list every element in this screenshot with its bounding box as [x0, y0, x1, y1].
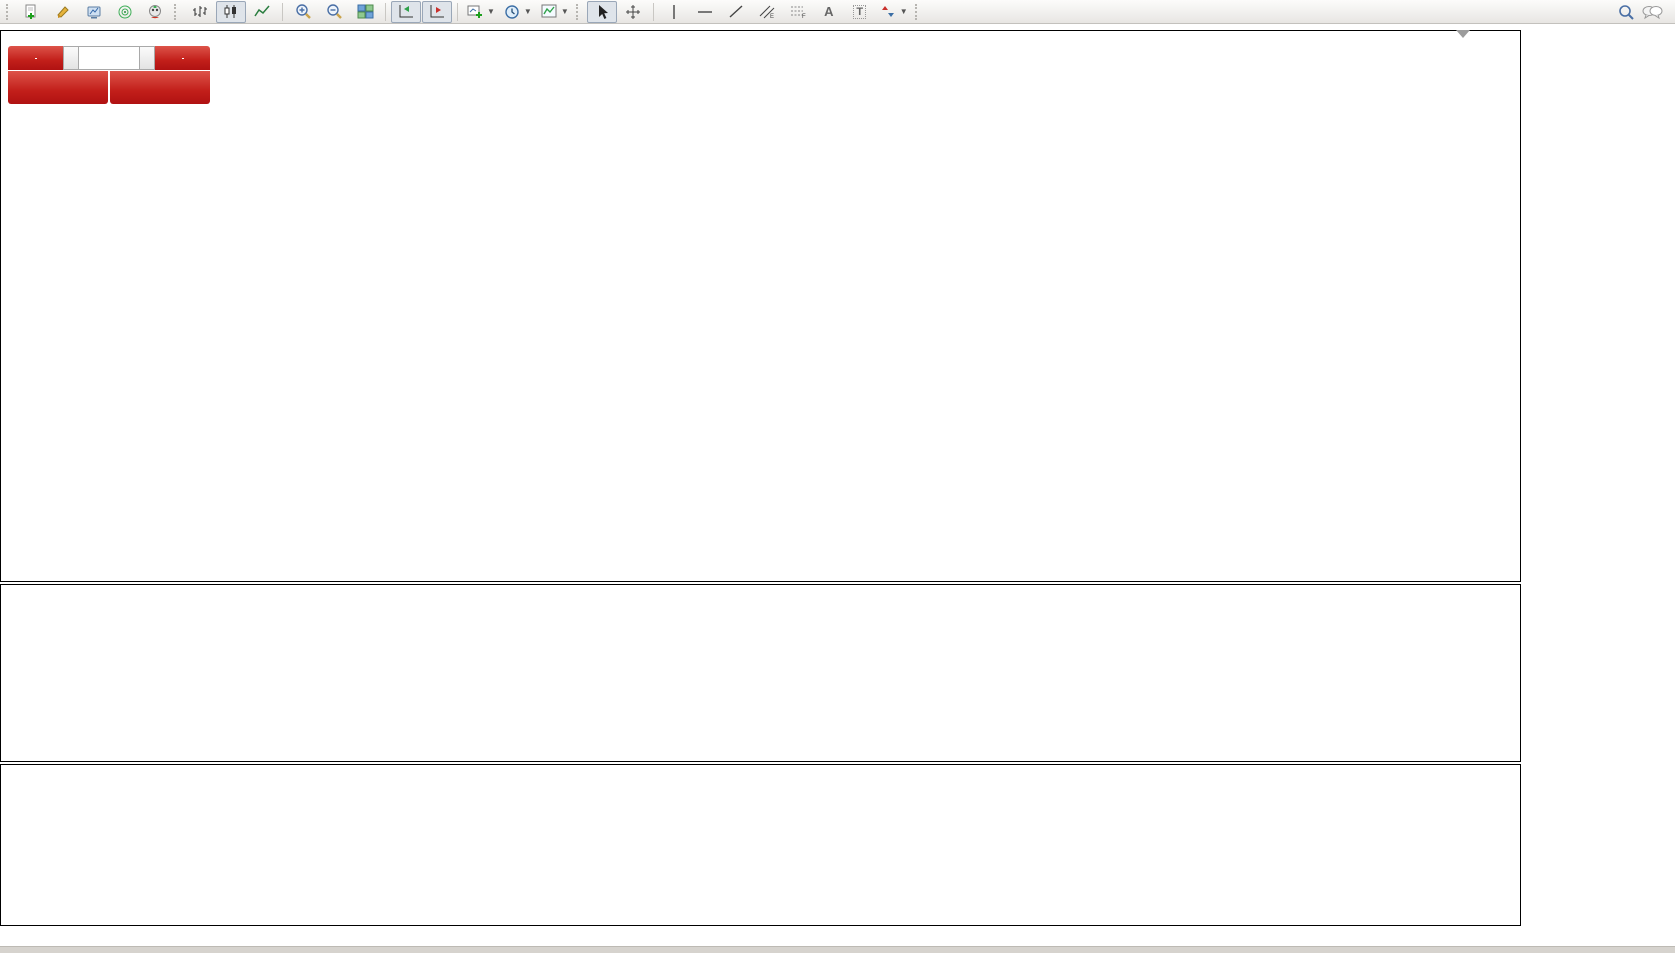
text-label-icon: T	[853, 5, 866, 19]
search-icon[interactable]	[1617, 3, 1635, 21]
tile-windows-icon	[357, 4, 374, 19]
paintbrush-icon	[55, 4, 71, 20]
profiles-icon	[86, 4, 102, 20]
toolbar-grip	[576, 4, 582, 20]
zoom-in-button[interactable]	[288, 1, 318, 23]
text-label-button[interactable]: T	[845, 1, 875, 23]
indicators-icon	[541, 4, 557, 19]
bar-chart-icon	[191, 4, 209, 19]
arrows-button[interactable]: ▼	[876, 1, 912, 23]
buy-button[interactable]	[155, 46, 210, 70]
zoom-in-icon	[295, 3, 312, 20]
crosshair-button[interactable]	[618, 1, 648, 23]
tile-windows-button[interactable]	[350, 1, 380, 23]
indicators-button[interactable]: ▼	[537, 1, 573, 23]
candlestick-chart-icon	[222, 4, 240, 19]
vertical-line-icon	[668, 4, 680, 20]
rsi-pane-canvas[interactable]	[0, 765, 1520, 925]
cursor-button[interactable]	[587, 1, 617, 23]
macd-pane-canvas[interactable]	[0, 585, 1520, 760]
chevron-down-icon: ▼	[487, 7, 495, 16]
volume-increase-button[interactable]	[139, 46, 155, 70]
new-order-button[interactable]	[17, 1, 47, 23]
cursor-icon	[595, 4, 609, 20]
clock-icon	[504, 4, 520, 20]
one-click-trading-panel	[8, 46, 210, 104]
toolbar-separator	[282, 3, 283, 21]
toolbar-separator	[457, 3, 458, 21]
chevron-down-icon: ▼	[524, 7, 532, 16]
sell-price-display[interactable]	[8, 71, 108, 104]
toolbar-grip	[6, 4, 12, 20]
new-chart-button[interactable]: ▼	[463, 1, 499, 23]
chart-shift-button[interactable]	[391, 1, 421, 23]
toolbar-grip	[915, 4, 921, 20]
toolbar-grip	[174, 4, 180, 20]
chart-shift-icon	[398, 4, 415, 19]
profiles-button[interactable]	[79, 1, 109, 23]
line-chart-icon	[253, 4, 271, 19]
bar-chart-button[interactable]	[185, 1, 215, 23]
chevron-down-icon: ▼	[900, 7, 908, 16]
fibonacci-button[interactable]: F	[783, 1, 813, 23]
toolbar-right-group	[1617, 3, 1671, 21]
svg-text:F: F	[802, 14, 806, 19]
svg-text:E: E	[770, 14, 774, 19]
main-chart-canvas[interactable]	[0, 30, 1520, 582]
trendline-icon	[728, 4, 744, 19]
styles-button[interactable]	[48, 1, 78, 23]
new-chart-icon	[467, 4, 483, 19]
buy-price-display[interactable]	[110, 71, 210, 104]
time-axis[interactable]	[0, 926, 1675, 946]
zoom-out-button[interactable]	[319, 1, 349, 23]
autotrading-icon	[147, 4, 163, 20]
new-order-icon	[23, 4, 39, 20]
signal-icon	[117, 4, 133, 20]
horizontal-line-icon	[696, 5, 714, 19]
zoom-out-icon	[326, 3, 343, 20]
alerts-button[interactable]	[110, 1, 140, 23]
vertical-line-button[interactable]	[659, 1, 689, 23]
toolbar-separator	[385, 3, 386, 21]
line-chart-button[interactable]	[247, 1, 277, 23]
fibonacci-icon: F	[789, 4, 807, 19]
trendline-button[interactable]	[721, 1, 751, 23]
chevron-down-icon: ▼	[561, 7, 569, 16]
volume-input[interactable]	[79, 46, 139, 70]
arrows-icon	[880, 4, 896, 19]
text-icon: A	[824, 4, 833, 19]
chat-icon[interactable]	[1641, 3, 1663, 21]
candlestick-chart-button[interactable]	[216, 1, 246, 23]
equidistant-channel-icon: E	[758, 4, 776, 19]
sell-button[interactable]	[8, 46, 63, 70]
crosshair-icon	[625, 4, 641, 20]
volume-decrease-button[interactable]	[63, 46, 79, 70]
pane-divider-macd-rsi[interactable]	[0, 761, 1521, 765]
text-button[interactable]: A	[814, 1, 844, 23]
periods-button[interactable]: ▼	[500, 1, 536, 23]
auto-scroll-button[interactable]	[422, 1, 452, 23]
autotrading-button[interactable]	[141, 1, 171, 23]
auto-scroll-icon	[429, 4, 446, 19]
price-scale[interactable]	[1521, 30, 1675, 926]
equidistant-channel-button[interactable]: E	[752, 1, 782, 23]
pane-divider-main-macd[interactable]	[0, 581, 1521, 585]
horizontal-line-button[interactable]	[690, 1, 720, 23]
scroll-position-marker-icon[interactable]	[1456, 30, 1470, 38]
toolbar-separator	[653, 3, 654, 21]
main-toolbar: ▼ ▼ ▼ E F A T ▼	[0, 0, 1675, 24]
